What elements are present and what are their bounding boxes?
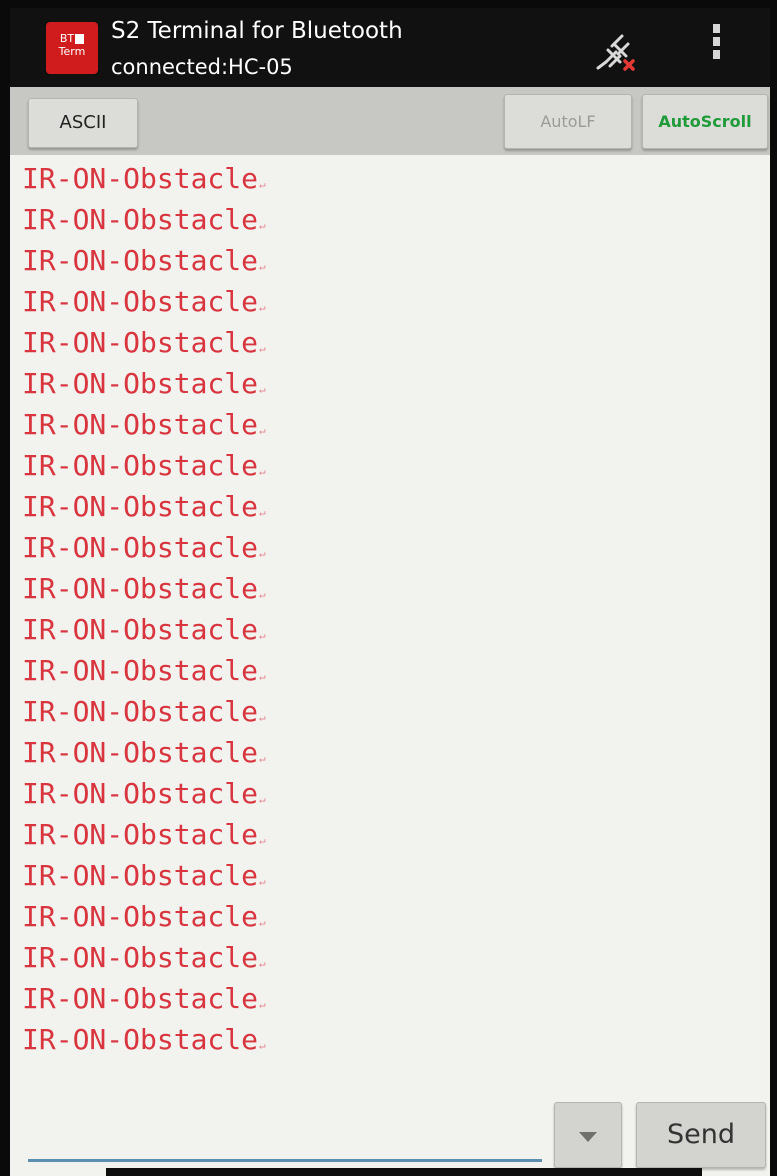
- line-end-marker: ↵: [259, 465, 266, 478]
- terminal-line-text: IR-ON-Obstacle: [22, 203, 259, 236]
- terminal-line: IR-ON-Obstacle↵: [22, 650, 266, 691]
- line-end-marker: ↵: [259, 916, 266, 929]
- terminal-line-text: IR-ON-Obstacle: [22, 531, 259, 564]
- terminal-line: IR-ON-Obstacle↵: [22, 240, 266, 281]
- terminal-line-text: IR-ON-Obstacle: [22, 859, 259, 892]
- line-end-marker: ↵: [259, 957, 266, 970]
- terminal-line: IR-ON-Obstacle↵: [22, 281, 266, 322]
- terminal-line-text: IR-ON-Obstacle: [22, 941, 259, 974]
- terminal-line: IR-ON-Obstacle↵: [22, 978, 266, 1019]
- terminal-line-text: IR-ON-Obstacle: [22, 777, 259, 810]
- macro-dropdown-button[interactable]: [554, 1102, 622, 1168]
- line-end-marker: ↵: [259, 506, 266, 519]
- line-end-marker: ↵: [259, 670, 266, 683]
- terminal-line-text: IR-ON-Obstacle: [22, 572, 259, 605]
- terminal-line-text: IR-ON-Obstacle: [22, 162, 259, 195]
- terminal-line-text: IR-ON-Obstacle: [22, 449, 259, 482]
- terminal-line-text: IR-ON-Obstacle: [22, 736, 259, 769]
- terminal-line: IR-ON-Obstacle↵: [22, 773, 266, 814]
- terminal-screen: BT Term S2 Terminal for Bluetooth connec…: [10, 8, 770, 1176]
- terminal-line-text: IR-ON-Obstacle: [22, 900, 259, 933]
- overflow-menu-icon[interactable]: [704, 24, 728, 72]
- input-underline: [28, 1159, 542, 1162]
- autolf-toggle[interactable]: AutoLF: [504, 94, 632, 149]
- terminal-line: IR-ON-Obstacle↵: [22, 937, 266, 978]
- terminal-line: IR-ON-Obstacle↵: [22, 363, 266, 404]
- line-end-marker: ↵: [259, 219, 266, 232]
- line-end-marker: ↵: [259, 875, 266, 888]
- line-end-marker: ↵: [259, 752, 266, 765]
- line-end-marker: ↵: [259, 588, 266, 601]
- toolbar: ASCII AutoLF AutoScroll: [10, 87, 770, 155]
- terminal-line: IR-ON-Obstacle↵: [22, 855, 266, 896]
- line-end-marker: ↵: [259, 1039, 266, 1052]
- line-end-marker: ↵: [259, 342, 266, 355]
- app-title: S2 Terminal for Bluetooth: [111, 18, 403, 44]
- terminal-line-text: IR-ON-Obstacle: [22, 490, 259, 523]
- terminal-line-text: IR-ON-Obstacle: [22, 654, 259, 687]
- terminal-line-text: IR-ON-Obstacle: [22, 408, 259, 441]
- terminal-line: IR-ON-Obstacle↵: [22, 199, 266, 240]
- terminal-line-text: IR-ON-Obstacle: [22, 818, 259, 851]
- terminal-line-text: IR-ON-Obstacle: [22, 367, 259, 400]
- terminal-line-text: IR-ON-Obstacle: [22, 285, 259, 318]
- line-end-marker: ↵: [259, 629, 266, 642]
- terminal-line: IR-ON-Obstacle↵: [22, 1019, 266, 1060]
- terminal-line: IR-ON-Obstacle↵: [22, 691, 266, 732]
- line-end-marker: ↵: [259, 178, 266, 191]
- line-end-marker: ↵: [259, 383, 266, 396]
- line-end-marker: ↵: [259, 793, 266, 806]
- terminal-line: IR-ON-Obstacle↵: [22, 486, 266, 527]
- line-end-marker: ↵: [259, 260, 266, 273]
- terminal-line: IR-ON-Obstacle↵: [22, 527, 266, 568]
- terminal-line-text: IR-ON-Obstacle: [22, 244, 259, 277]
- ascii-button[interactable]: ASCII: [28, 98, 138, 148]
- dropdown-arrow-icon: [579, 1132, 597, 1142]
- terminal-line: IR-ON-Obstacle↵: [22, 445, 266, 486]
- terminal-line: IR-ON-Obstacle↵: [22, 814, 266, 855]
- bottom-edge: [106, 1168, 702, 1176]
- terminal-line-text: IR-ON-Obstacle: [22, 1023, 259, 1056]
- terminal-line: IR-ON-Obstacle↵: [22, 896, 266, 937]
- bluetooth-disconnect-icon[interactable]: [592, 28, 640, 74]
- terminal-line: IR-ON-Obstacle↵: [22, 609, 266, 650]
- autoscroll-toggle[interactable]: AutoScroll: [642, 94, 768, 149]
- line-end-marker: ↵: [259, 547, 266, 560]
- terminal-line: IR-ON-Obstacle↵: [22, 568, 266, 609]
- terminal-line-text: IR-ON-Obstacle: [22, 326, 259, 359]
- connection-status: connected:HC-05: [111, 55, 293, 79]
- app-logo-icon: BT Term: [46, 22, 98, 74]
- terminal-line-text: IR-ON-Obstacle: [22, 613, 259, 646]
- line-end-marker: ↵: [259, 424, 266, 437]
- terminal-line-text: IR-ON-Obstacle: [22, 695, 259, 728]
- terminal-line: IR-ON-Obstacle↵: [22, 404, 266, 445]
- line-end-marker: ↵: [259, 301, 266, 314]
- line-end-marker: ↵: [259, 998, 266, 1011]
- terminal-output[interactable]: IR-ON-Obstacle↵ IR-ON-Obstacle↵ IR-ON-Obst…: [22, 158, 767, 1088]
- terminal-line: IR-ON-Obstacle↵: [22, 322, 266, 363]
- line-end-marker: ↵: [259, 711, 266, 724]
- terminal-line-text: IR-ON-Obstacle: [22, 982, 259, 1015]
- action-bar: BT Term S2 Terminal for Bluetooth connec…: [10, 8, 770, 87]
- send-button[interactable]: Send: [636, 1102, 766, 1168]
- terminal-line: IR-ON-Obstacle↵: [22, 158, 266, 199]
- line-end-marker: ↵: [259, 834, 266, 847]
- terminal-line: IR-ON-Obstacle↵: [22, 732, 266, 773]
